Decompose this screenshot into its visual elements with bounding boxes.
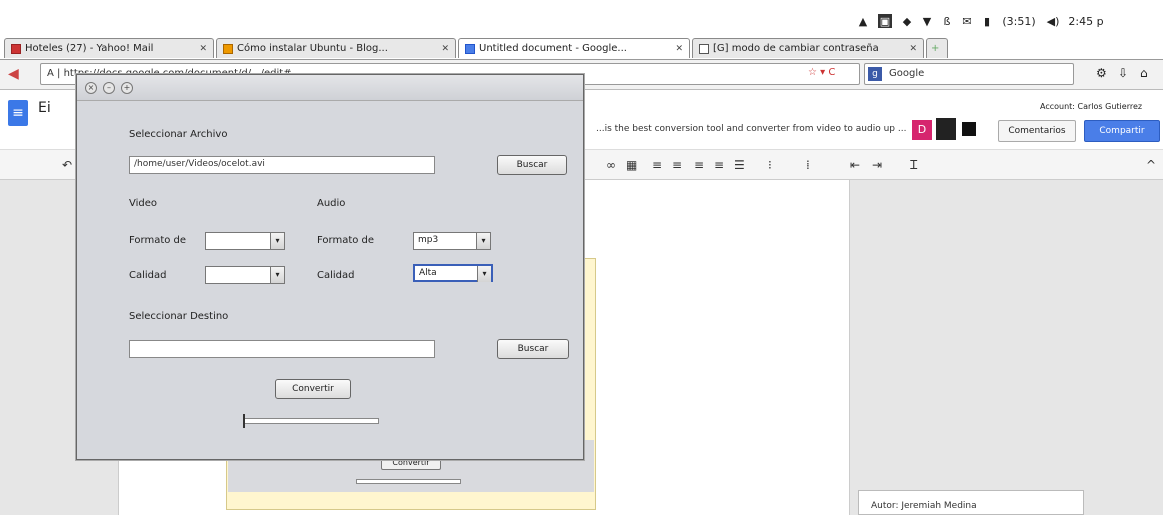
audio-section-label: Audio (317, 198, 346, 209)
video-quality-label: Calidad (129, 270, 167, 281)
collaborator-icon[interactable] (962, 122, 976, 136)
comment-icon[interactable]: ▦ (626, 158, 637, 172)
maximize-window-icon[interactable]: + (121, 82, 133, 94)
google-favicon-icon (699, 43, 709, 54)
reload-icon[interactable]: ☆ ▾ C (808, 67, 835, 78)
audio-format-label: Formato de (317, 235, 375, 246)
docs-logo-icon[interactable]: ≡ (8, 100, 28, 126)
tab-google-doc[interactable]: Untitled document - Google... ✕ (458, 38, 690, 58)
video-format-label: Formato de (129, 235, 187, 246)
bulleted-list-icon[interactable]: ⁞ (806, 158, 810, 172)
close-window-icon[interactable]: × (85, 82, 97, 94)
user-avatar-photo[interactable] (936, 118, 956, 140)
battery-icon[interactable]: ▮ (980, 14, 994, 28)
audio-format-select[interactable]: mp3 ▾ (413, 232, 491, 250)
tab-label: Untitled document - Google... (479, 43, 627, 54)
conversion-progress-bar (243, 418, 379, 424)
blog-favicon-icon (223, 43, 233, 54)
video-section-label: Video (129, 198, 158, 209)
progress-marker (243, 414, 245, 428)
comment-box[interactable]: Autor: Jeremiah Medina (858, 490, 1084, 515)
dialog-titlebar[interactable]: × – + (77, 75, 583, 101)
audio-format-value: mp3 (418, 235, 439, 245)
docs-favicon-icon (465, 43, 475, 54)
align-left-icon[interactable]: ≡ (652, 158, 662, 172)
tab-label: Cómo instalar Ubuntu - Blog... (237, 43, 388, 54)
google-search-icon: g (868, 67, 882, 81)
convert-button[interactable]: Convertir (275, 379, 351, 399)
search-input[interactable]: Google (864, 63, 1074, 85)
close-tab-icon[interactable]: ✕ (199, 44, 207, 54)
new-tab-button[interactable]: + (926, 38, 948, 58)
browser-tab-bar: Hoteles (27) - Yahoo! Mail ✕ Cómo instal… (0, 36, 1163, 60)
align-justify-icon[interactable]: ≡ (714, 158, 724, 172)
link-icon[interactable]: ∞ (606, 158, 616, 172)
volume-icon[interactable]: ◀) (1044, 14, 1062, 28)
audio-quality-value: Alta (419, 268, 437, 278)
browse-file-button[interactable]: Buscar (497, 155, 567, 175)
extensions-icon[interactable]: ⚙ (1096, 66, 1107, 80)
network-icon[interactable]: ▲ (856, 14, 870, 28)
clock[interactable]: 2:45 p (1066, 14, 1106, 28)
tab-yahoo-mail[interactable]: Hoteles (27) - Yahoo! Mail ✕ (4, 38, 214, 58)
mail-icon[interactable]: ✉ (960, 14, 974, 28)
minimize-window-icon[interactable]: – (103, 82, 115, 94)
plus-icon: + (931, 43, 940, 54)
system-top-bar: ▲ ▣ ◆ ▼ ß ✉ ▮ (3:51) ◀) 2:45 p (0, 0, 1163, 36)
dropbox-icon[interactable]: ◆ (900, 14, 914, 28)
close-tab-icon[interactable]: ✕ (441, 44, 449, 54)
chevron-down-icon[interactable]: ▾ (270, 233, 284, 249)
browse-destination-button[interactable]: Buscar (497, 339, 569, 359)
audio-quality-select[interactable]: Alta ▾ (413, 264, 493, 282)
user-avatar-d[interactable]: D (912, 120, 932, 140)
align-center-icon[interactable]: ≡ (672, 158, 682, 172)
indent-decrease-icon[interactable]: ⇤ (850, 158, 860, 172)
background-progress-bar (356, 479, 461, 484)
share-button[interactable]: Compartir (1084, 120, 1160, 142)
bluetooth-icon[interactable]: ß (940, 14, 954, 28)
account-label[interactable]: Account: Carlos Gutierrez (1040, 102, 1163, 111)
close-tab-icon[interactable]: ✕ (675, 44, 683, 54)
chevron-down-icon[interactable]: ▾ (477, 266, 491, 282)
download-icon[interactable]: ⇩ (1118, 66, 1128, 80)
numbered-list-icon[interactable]: ⁝ (768, 158, 772, 172)
select-file-label: Seleccionar Archivo (129, 129, 228, 140)
back-arrow-icon[interactable]: ◀ (8, 66, 19, 82)
undo-icon[interactable]: ↶ (62, 158, 72, 172)
converter-dialog: × – + Seleccionar Archivo /home/user/Vid… (76, 74, 584, 460)
chevron-down-icon[interactable]: ▾ (270, 267, 284, 283)
file-path-input[interactable]: /home/user/Videos/ocelot.avi (129, 156, 435, 174)
battery-time: (3:51) (1002, 14, 1036, 28)
workspace-icon[interactable]: ▣ (878, 14, 892, 28)
tab-google-search[interactable]: [G] modo de cambiar contraseña ✕ (692, 38, 924, 58)
align-right-icon[interactable]: ≡ (694, 158, 704, 172)
doc-notice: ...is the best conversion tool and conve… (596, 124, 906, 134)
video-format-select[interactable]: ▾ (205, 232, 285, 250)
tab-label: [G] modo de cambiar contraseña (713, 43, 879, 54)
comments-button[interactable]: Comentarios (998, 120, 1076, 142)
destination-input[interactable] (129, 340, 435, 358)
collapse-icon[interactable]: ^ (1146, 158, 1156, 172)
line-spacing-icon[interactable]: ☰ (734, 158, 745, 172)
select-destination-label: Seleccionar Destino (129, 311, 229, 322)
indent-increase-icon[interactable]: ⇥ (872, 158, 882, 172)
clear-format-icon[interactable]: Ꮖ (910, 158, 918, 173)
chevron-down-icon[interactable]: ▾ (476, 233, 490, 249)
wifi-icon[interactable]: ▼ (920, 14, 934, 28)
tab-ubuntu-blog[interactable]: Cómo instalar Ubuntu - Blog... ✕ (216, 38, 456, 58)
audio-quality-label: Calidad (317, 270, 355, 281)
close-tab-icon[interactable]: ✕ (909, 44, 917, 54)
video-quality-select[interactable]: ▾ (205, 266, 285, 284)
doc-title[interactable]: Ei (38, 100, 51, 116)
tab-label: Hoteles (27) - Yahoo! Mail (25, 43, 154, 54)
home-icon[interactable]: ⌂ (1140, 66, 1148, 80)
mail-favicon-icon (11, 43, 21, 54)
